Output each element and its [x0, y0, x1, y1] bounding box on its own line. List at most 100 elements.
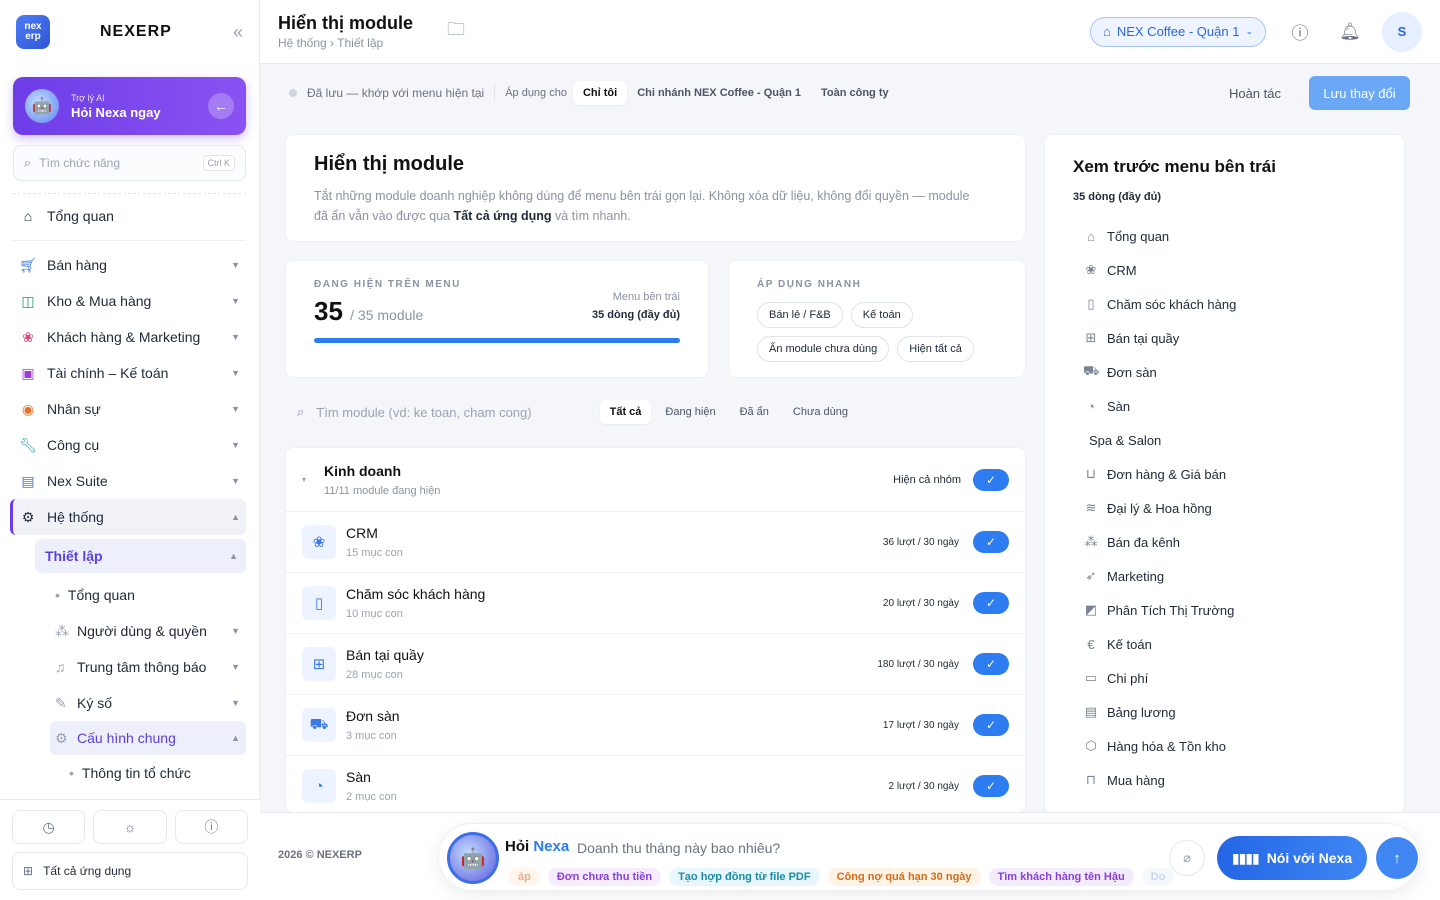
avatar[interactable]: S [1382, 11, 1422, 52]
preview-item: € Kế toán [1073, 627, 1376, 661]
sidebar-item-sales[interactable]: 🛒︎ Bán hàng ▼ [13, 247, 246, 283]
tab-hidden[interactable]: Đã ẩn [730, 400, 779, 424]
branch-selector[interactable]: ⌂ NEX Coffee - Quận 1 ⌄ [1089, 16, 1266, 47]
store-icon: ⌂ [1102, 24, 1111, 39]
collapse-sidebar-icon[interactable]: « [233, 22, 243, 43]
attach-icon[interactable]: ⌀ [1169, 840, 1205, 876]
sidebar-item-label: Cấu hình chung [77, 730, 176, 746]
logo[interactable]: nex erp [16, 15, 50, 49]
brand: nex erp NEXERP « [0, 0, 259, 64]
tab-all[interactable]: Tất cả [599, 400, 652, 424]
module-sub: 2 mục con [346, 791, 397, 803]
sidebar-item-org-info[interactable]: • Thông tin tổ chức [69, 755, 246, 791]
chip-accounting[interactable]: Kế toán [850, 302, 913, 328]
cart-icon: ⊔ [1085, 466, 1097, 481]
group-toggle[interactable]: ✓ [973, 468, 1009, 491]
sidebar-item-signing[interactable]: ✎ Ký số ▼ [55, 685, 246, 721]
save-button[interactable]: Lưu thay đổi [1309, 76, 1410, 110]
sidebar-item-suite[interactable]: ▤ Nex Suite ▼ [13, 463, 246, 499]
caret-icon[interactable]: ▾ [302, 475, 306, 484]
bell-icon[interactable]: 🔔︎ [1334, 16, 1366, 48]
chevron-down-icon: ▼ [231, 260, 240, 270]
module-toggle[interactable]: ✓ [973, 592, 1009, 614]
all-apps-button[interactable]: ⊞ Tất cả ứng dụng [12, 852, 248, 890]
box-icon: ⬡ [1085, 738, 1097, 753]
timer-icon: ◔ [302, 769, 336, 803]
module-search-input[interactable]: Tìm module (vd: ke toan, cham cong) [316, 405, 531, 420]
gear-icon: ⚙ [55, 729, 68, 746]
arrow-left-icon[interactable]: ← [208, 93, 234, 119]
users-icon: ⁂ [55, 622, 69, 639]
branch-label: NEX Coffee - Quận 1 [1116, 24, 1240, 39]
preview-item: ◔ Sàn [1073, 389, 1376, 423]
chip-retail[interactable]: Bán lẻ / F&B [757, 302, 843, 328]
module-toggle[interactable]: ✓ [973, 531, 1009, 553]
store-icon: ⊞ [1085, 330, 1097, 345]
sidebar-item-setup[interactable]: Thiết lập ▲ [35, 539, 246, 573]
module-toggle[interactable]: ✓ [973, 714, 1009, 736]
suggestion-chip[interactable]: Đơn chưa thu tiền [547, 868, 662, 886]
theme-icon[interactable]: ☼ [93, 810, 167, 844]
sidebar-item-tools[interactable]: 🔧︎ Công cụ ▼ [13, 427, 246, 463]
sidebar-item-finance[interactable]: ▣ Tài chính – Kế toán ▼ [13, 355, 246, 391]
euro-icon: € [1087, 636, 1095, 652]
sidebar-item-warehouse[interactable]: ◫ Kho & Mua hàng ▼ [13, 283, 246, 319]
help-icon[interactable]: ⓘ [1284, 16, 1316, 48]
undo-button[interactable]: Hoàn tác [1229, 86, 1281, 101]
chevron-down-icon: ▼ [231, 296, 240, 306]
suggestion-chip[interactable]: Công nợ quá hạn 30 ngày [827, 868, 981, 886]
sidebar-search[interactable]: ⌕ Tìm chức năng Ctrl K [13, 145, 246, 181]
sidebar-item-users[interactable]: ⁂ Người dùng & quyền ▼ [55, 613, 246, 649]
suggestion-chip[interactable]: Tìm khách hàng tên Hậu [988, 868, 1134, 886]
wallet-icon: ▭ [1084, 670, 1098, 685]
pen-icon: ✎ [55, 694, 67, 711]
sidebar-item-sub-overview[interactable]: • Tổng quan [55, 577, 246, 613]
suggestion-chip[interactable]: áp [509, 868, 540, 886]
robot-icon: 🤖 [25, 89, 59, 123]
module-toggle[interactable]: ✓ [973, 653, 1009, 675]
intro-description: Tắt những module doanh nghiệp không dùng… [314, 186, 974, 226]
history-icon[interactable]: ◷ [12, 810, 86, 844]
chip-hide-unused[interactable]: Ẩn module chưa dùng [757, 336, 890, 362]
suggestion-chip[interactable]: Tạo hợp đồng từ file PDF [669, 868, 820, 886]
sidebar-item-system[interactable]: ⚙ Hệ thống ▲ [10, 499, 246, 535]
module-usage: 20 lượt / 30 ngày [882, 597, 959, 609]
bell-icon: ♫ [55, 659, 66, 675]
scope-branch[interactable]: Chi nhánh NEX Coffee - Quận 1 [627, 81, 811, 105]
group-sub: 11/11 module đang hiện [324, 484, 441, 497]
preview-item: Spa & Salon [1073, 423, 1376, 457]
preview-item-label: Kế toán [1107, 636, 1152, 652]
search-icon: ⌕ [297, 404, 305, 419]
module-toggle[interactable]: ✓ [973, 775, 1009, 797]
breadcrumb[interactable]: Hệ thống › Thiết lập [278, 36, 413, 50]
sidebar-item-label: Nhân sự [47, 401, 101, 417]
preview-item-label: Đơn sàn [1107, 364, 1157, 380]
tab-unused[interactable]: Chưa dùng [783, 400, 858, 424]
folder-icon[interactable]: 🗀 [447, 17, 465, 47]
speak-button[interactable]: ▮▮▮▮ Nói với Nexa [1217, 836, 1367, 880]
preview-item-label: CRM [1107, 262, 1137, 278]
chat-input[interactable]: Doanh thu tháng này bao nhiêu? [577, 840, 780, 856]
preview-title: Xem trước menu bên trái [1073, 157, 1276, 176]
suggestion-chip[interactable]: Do [1141, 868, 1175, 886]
preview-item: ➶ Marketing [1073, 559, 1376, 593]
sidebar-item-customers[interactable]: ❀ Khách hàng & Marketing ▼ [13, 319, 246, 355]
sidebar-item-overview[interactable]: ⌂ Tổng quan [13, 198, 246, 234]
quick-apply-card: ÁP DỤNG NHANH Bán lẻ / F&B Kế toán Ẩn mo… [728, 260, 1026, 378]
alert-icon[interactable]: ⓘ [174, 810, 248, 844]
sidebar-item-notifications[interactable]: ♫ Trung tâm thông báo ▼ [55, 649, 246, 685]
preview-item-label: Bảng lương [1107, 704, 1176, 720]
group-header[interactable]: ▾ Kinh doanh 11/11 module đang hiện Hiện… [286, 448, 1025, 512]
top-header: Hiển thị module Hệ thống › Thiết lập 🗀 ⌂… [260, 0, 1440, 64]
scope-company[interactable]: Toàn công ty [811, 81, 899, 105]
preview-item: ⊔ Đơn hàng & Giá bán [1073, 457, 1376, 491]
truck-icon: ⛟ [1083, 363, 1100, 378]
tab-shown[interactable]: Đang hiện [655, 400, 725, 424]
ai-card-main: Hỏi Nexa ngay [71, 104, 161, 120]
sidebar-item-general[interactable]: ⚙ Cấu hình chung ▲ [50, 721, 246, 755]
send-button[interactable]: ↑ [1376, 837, 1418, 879]
chip-show-all[interactable]: Hiện tất cả [897, 336, 974, 362]
ai-assistant-card[interactable]: 🤖 Trợ lý AI Hỏi Nexa ngay ← [13, 77, 246, 135]
scope-me[interactable]: Chỉ tôi [572, 81, 628, 105]
sidebar-item-hr[interactable]: ◉ Nhân sự ▼ [13, 391, 246, 427]
